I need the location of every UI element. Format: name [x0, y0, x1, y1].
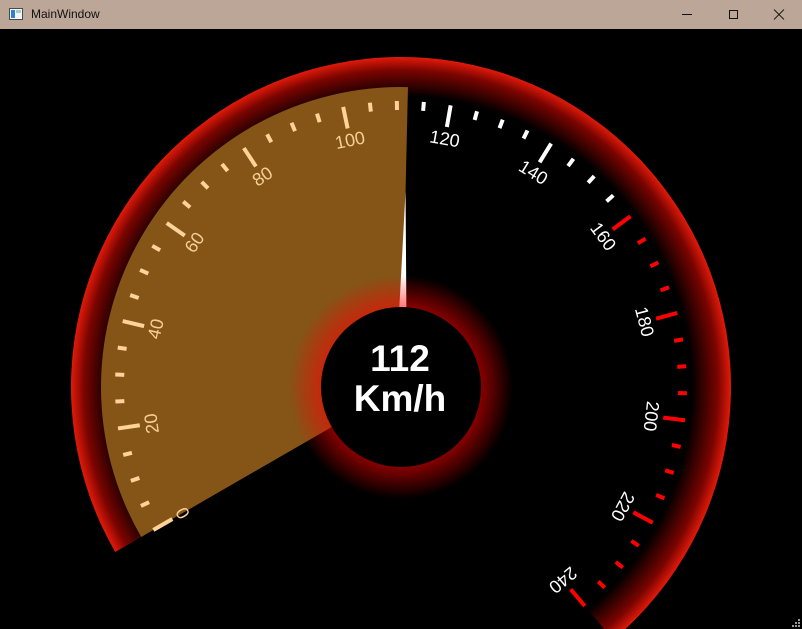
- speed-readout: 112 Km/h: [320, 339, 480, 419]
- gauge-minor-tick: [673, 337, 684, 343]
- gauge-tick-label: 140: [515, 156, 551, 189]
- gauge-tick-label: 160: [586, 218, 620, 254]
- gauge-major-tick: [444, 104, 453, 128]
- gauge-minor-tick: [367, 102, 373, 112]
- gauge-minor-tick: [649, 260, 660, 269]
- window-title: MainWindow: [31, 7, 100, 21]
- gauge-minor-tick: [630, 539, 640, 548]
- gauge-minor-tick: [472, 110, 479, 121]
- gauge-major-tick: [662, 415, 686, 423]
- gauge-minor-tick: [671, 443, 682, 449]
- gauge-minor-tick: [497, 118, 505, 129]
- title-bar[interactable]: MainWindow: [0, 0, 802, 29]
- app-window-icon: [9, 8, 23, 20]
- gauge-minor-tick: [130, 476, 141, 483]
- gauge-minor-tick: [586, 174, 596, 185]
- maximize-icon: [728, 10, 738, 19]
- gauge-tick-label: 180: [631, 305, 658, 339]
- gauge-minor-tick: [122, 450, 133, 457]
- speed-value: 112: [370, 338, 430, 379]
- gauge-tick-label: 220: [607, 489, 639, 525]
- gauge-minor-tick: [655, 493, 666, 501]
- gauge-minor-tick: [677, 364, 687, 369]
- gauge-minor-tick: [421, 101, 426, 112]
- gauge-major-tick: [655, 311, 678, 321]
- gauge-minor-tick: [659, 285, 670, 293]
- gauge-minor-tick: [521, 129, 530, 140]
- gauge-major-tick: [537, 142, 553, 164]
- main-window: MainWindow 0 20 40 60 80 100 120 140 160 180 200 22…: [0, 0, 802, 629]
- gauge-tick-label: 200: [640, 400, 663, 432]
- gauge-minor-tick: [596, 580, 607, 590]
- maximize-button[interactable]: [710, 0, 756, 29]
- gauge-minor-tick: [129, 293, 140, 300]
- gauge-major-tick: [569, 587, 587, 608]
- gauge-minor-tick: [636, 236, 647, 246]
- minimize-button[interactable]: [664, 0, 710, 29]
- window-content: 0 20 40 60 80 100 120 140 160 180 200 220 240 112 Km…: [0, 29, 802, 629]
- close-icon: [773, 9, 785, 21]
- gauge-tick-label: 20: [140, 412, 163, 435]
- gauge-minor-tick: [605, 193, 615, 203]
- gauge-major-tick: [632, 510, 654, 525]
- close-button[interactable]: [756, 0, 802, 29]
- gauge-tick-label: 120: [428, 126, 461, 151]
- resize-grip[interactable]: [792, 619, 800, 627]
- gauge-minor-tick: [664, 468, 675, 475]
- speedometer-gauge: 020406080100 120140160180200220240: [71, 57, 731, 629]
- minimize-icon: [682, 14, 692, 15]
- gauge-minor-tick: [566, 157, 576, 168]
- gauge-minor-tick: [614, 560, 625, 570]
- gauge-minor-tick: [315, 113, 322, 123]
- gauge-minor-tick: [117, 345, 127, 351]
- speed-unit: Km/h: [353, 378, 447, 419]
- gauge-major-tick: [611, 214, 632, 231]
